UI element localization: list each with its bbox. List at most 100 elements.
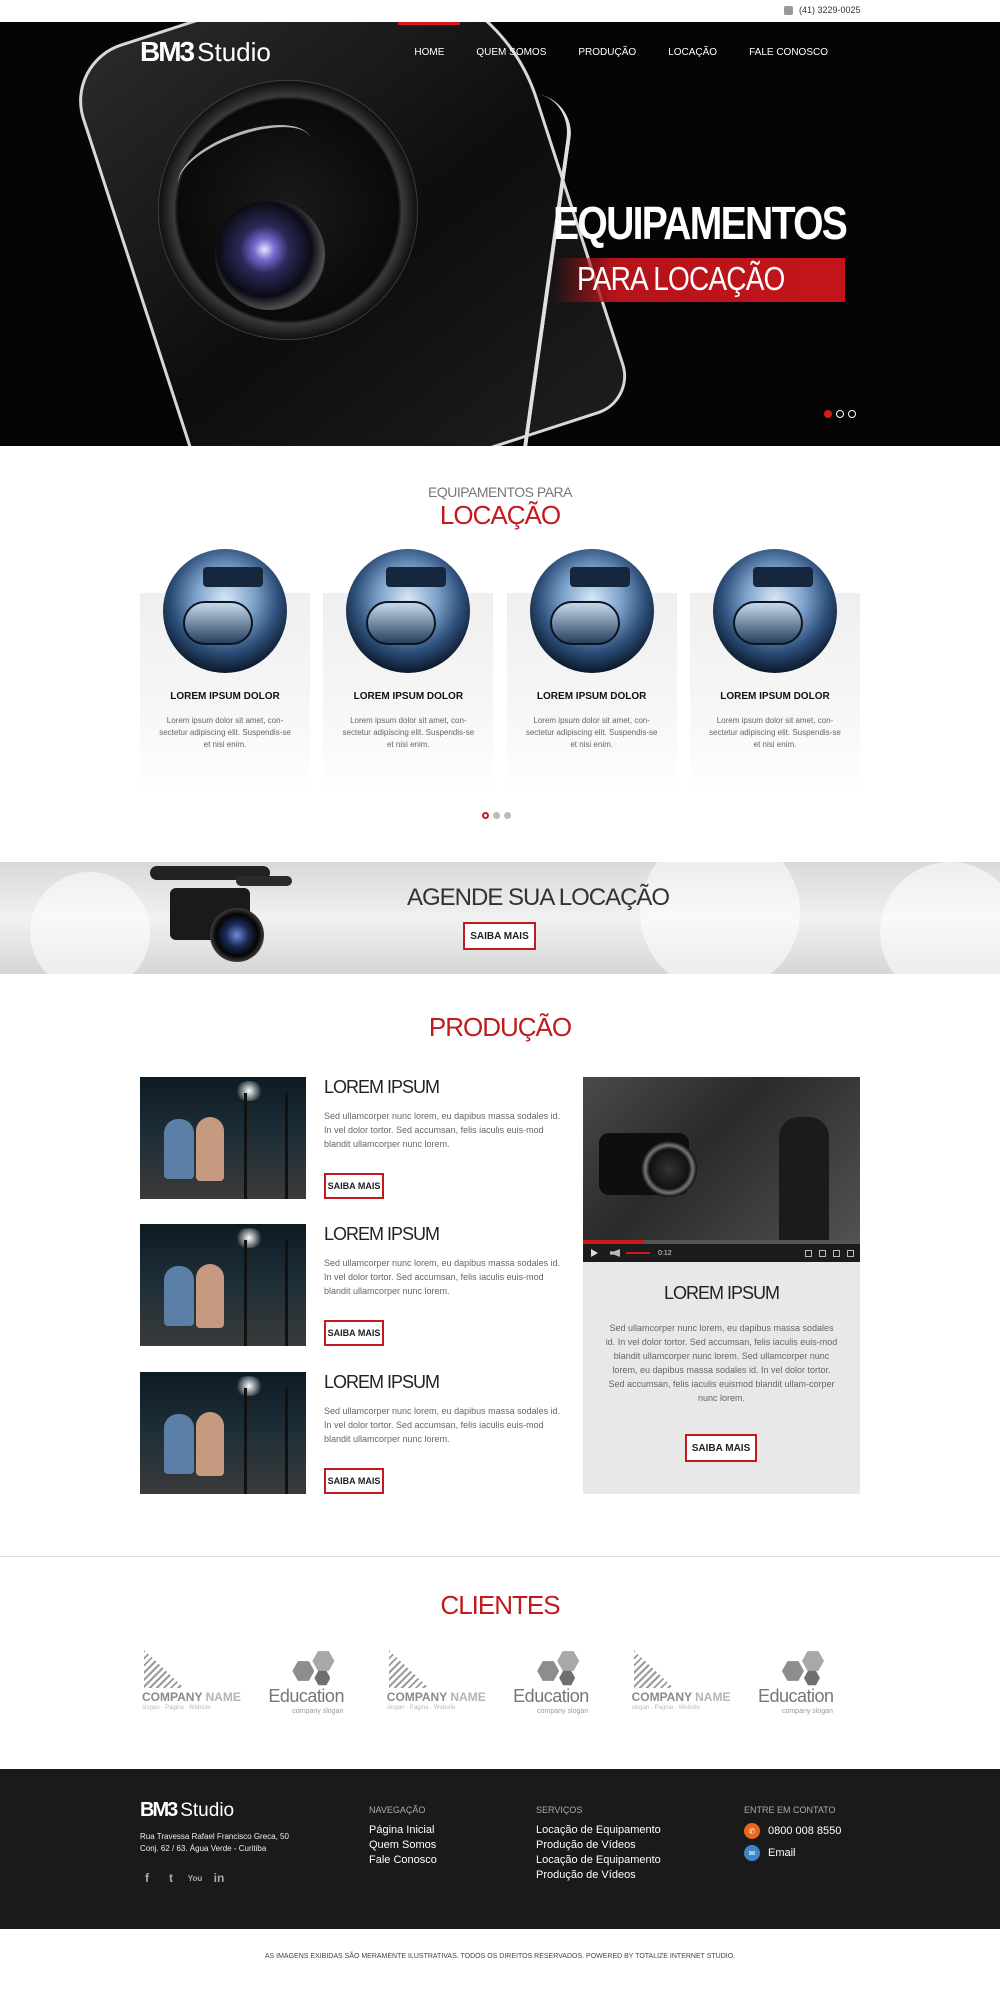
company-name-2: NAME [695,1690,731,1704]
education-slogan: company slogan [537,1708,589,1715]
nav-item-quem-somos[interactable]: QUEM SOMOS [460,22,562,82]
producao-item-title: LOREM IPSUM [324,1372,440,1392]
booking-saiba-mais-button[interactable]: SAIBA MAIS [463,922,536,950]
client-logo-education[interactable]: Education company slogan [262,1642,370,1722]
video-saiba-mais-button[interactable]: SAIBA MAIS [685,1434,757,1462]
volume-icon[interactable] [610,1249,620,1257]
video-card-text: Sed ullamcorper nunc lorem, eu dapibus m… [605,1323,838,1403]
linkedin-icon[interactable]: in [212,1871,226,1885]
hero-title: EQUIPAMENTOS [553,197,848,249]
footer-logo-three: 3 [167,1799,178,1821]
screen-size-icon[interactable] [833,1249,840,1257]
play-icon[interactable] [591,1249,598,1257]
equipment-pager-dots [482,812,511,819]
hero-dot-2[interactable] [836,410,844,418]
camera-photo [712,549,837,673]
settings-icon[interactable] [819,1249,826,1257]
facebook-icon[interactable]: f [140,1871,154,1885]
company-name-1: COMPANY [631,1690,692,1704]
equipment-dot-3[interactable] [504,812,511,819]
interviewee [196,1412,224,1476]
equipment-dot-2[interactable] [493,812,500,819]
card-description: Lorem ipsum dolor sit amet, con-sectetur… [159,716,291,749]
logo-three: 3 [179,36,196,67]
youtube-icon[interactable]: You [188,1871,203,1885]
producao-thumbnail[interactable] [140,1372,306,1494]
nav-item-fale-conosco[interactable]: FALE CONOSCO [733,22,844,82]
camera-photo [346,549,471,673]
producao-item: LOREM IPSUM Sed ullamcorper nunc lorem, … [140,1372,570,1494]
booking-camera-image [140,862,300,974]
footer-email[interactable]: ✉ Email [744,1845,841,1861]
hero-dot-3[interactable] [848,410,856,418]
footer-link-service[interactable]: Produção de Vídeos [536,1868,661,1883]
footer-logo[interactable]: BM3 Studio [140,1799,234,1822]
bottom-bar: AS IMAGENS EXIBIDAS SÃO MERAMENTE ILUSTR… [0,1929,1000,2000]
education-name: Education [757,1686,834,1706]
producao-thumbnail[interactable] [140,1077,306,1199]
client-logo-company[interactable]: COMPANY NAME slogan · Pagina · Website [630,1642,738,1722]
card-title: LOREM IPSUM DOLOR [720,691,830,702]
footer-link-service[interactable]: Locação de Equipamento [536,1853,661,1868]
address-line-2: Conj. 62 / 63. Água Verde - Curitiba [140,1844,267,1853]
footer-link-quem-somos[interactable]: Quem Somos [369,1838,437,1853]
address-line-1: Rua Travessa Rafael Francisco Greca, 50 [140,1832,289,1841]
camera-rig [244,1240,288,1346]
hexagon-icon [559,1670,576,1686]
equipment-card[interactable]: LOREM IPSUM DOLOR Lorem ipsum dolor sit … [140,547,310,797]
producao-item: LOREM IPSUM Sed ullamcorper nunc lorem, … [140,1077,570,1199]
client-logo-company[interactable]: COMPANY NAME slogan · Pagina · Website [140,1642,248,1722]
booking-banner: AGENDE SUA LOCAÇÃO SAIBA MAIS [0,862,1000,974]
hero-subtitle: PARA LOCAÇÃO [553,258,846,302]
footer-contact-heading: ENTRE EM CONTATO [744,1805,836,1815]
logo-studio: Studio [197,37,271,67]
footer-email-label: Email [768,1847,796,1859]
hero-subtitle-text: PARA LOCAÇÃO [577,260,785,297]
twitter-icon[interactable]: t [164,1871,178,1885]
video-controls: 0:12 [583,1244,860,1262]
client-logo-education[interactable]: Education company slogan [752,1642,860,1722]
client-logo-company[interactable]: COMPANY NAME slogan · Pagina · Website [385,1642,493,1722]
captions-icon[interactable] [805,1249,812,1257]
footer-link-service[interactable]: Produção de Vídeos [536,1838,661,1853]
company-slogan: slogan · Pagina · Website [142,1705,211,1711]
section-divider [0,1556,1000,1557]
volume-slider[interactable] [626,1252,650,1254]
fullscreen-icon[interactable] [847,1249,854,1257]
interviewer [164,1119,194,1179]
top-phone[interactable]: (41) 3229-0025 [784,5,861,15]
equipment-card[interactable]: LOREM IPSUM DOLOR Lorem ipsum dolor sit … [689,547,860,797]
company-name-1: COMPANY [142,1690,203,1704]
video-player[interactable]: 0:12 [583,1077,860,1262]
phone-icon: ✆ [744,1823,760,1839]
brand-logo[interactable]: BM3 Studio [140,36,271,68]
producao-video-card: 0:12 LOREM IPSUM Sed ullamcorper nunc lo… [583,1077,860,1494]
camera-mic [236,876,292,886]
footer-link-fale-conosco[interactable]: Fale Conosco [369,1853,437,1868]
nav-item-producao[interactable]: PRODUÇÃO [562,22,652,82]
producao-saiba-mais-button[interactable]: SAIBA MAIS [324,1320,384,1346]
company-name: COMPANY NAME [632,1690,731,1704]
video-operator [779,1117,829,1247]
nav-item-home[interactable]: HOME [398,22,461,82]
card-title: LOREM IPSUM DOLOR [170,691,280,702]
hexagon-icon [314,1670,331,1686]
top-phone-number: (41) 3229-0025 [799,5,861,15]
footer-link-pagina-inicial[interactable]: Página Inicial [369,1823,437,1838]
producao-saiba-mais-button[interactable]: SAIBA MAIS [324,1468,384,1494]
card-description: Lorem ipsum dolor sit amet, con-sectetur… [709,716,841,749]
client-logo-education[interactable]: Education company slogan [507,1642,615,1722]
equipment-card[interactable]: LOREM IPSUM DOLOR Lorem ipsum dolor sit … [506,547,677,797]
footer-phone[interactable]: ✆ 0800 008 8550 [744,1823,841,1839]
hero-dot-1[interactable] [824,410,832,418]
equipment-dot-1[interactable] [482,812,489,819]
hero-slider-dots [824,410,856,418]
producao-thumbnail[interactable] [140,1224,306,1346]
producao-saiba-mais-button[interactable]: SAIBA MAIS [324,1173,384,1199]
producao-item-title: LOREM IPSUM [324,1077,440,1097]
nav-item-locacao[interactable]: LOCAÇÃO [652,22,733,82]
camera-lens [732,601,803,645]
equipment-card[interactable]: LOREM IPSUM DOLOR Lorem ipsum dolor sit … [323,547,494,797]
footer-link-service[interactable]: Locação de Equipamento [536,1823,661,1838]
producao-item-text: Sed ullamcorper nunc lorem, eu dapibus m… [324,1258,561,1296]
